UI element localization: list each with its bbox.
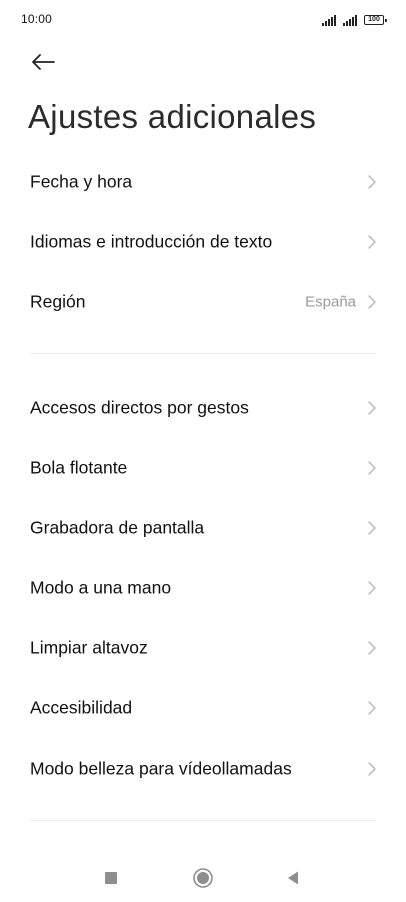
- settings-item-accessibility[interactable]: Accesibilidad: [0, 680, 406, 736]
- battery-icon: 100: [364, 15, 387, 25]
- settings-item-clean-speaker[interactable]: Limpiar altavoz: [0, 620, 406, 676]
- settings-item-languages-input[interactable]: Idiomas e introducción de texto: [0, 214, 406, 270]
- home-button[interactable]: [191, 866, 215, 890]
- chevron-right-icon: [367, 234, 377, 250]
- status-time: 10:00: [21, 12, 53, 26]
- item-label: Accesibilidad: [30, 697, 133, 718]
- back-triangle-icon: [288, 871, 298, 885]
- chevron-right-icon: [367, 700, 377, 716]
- settings-item-one-handed-mode[interactable]: Modo a una mano: [0, 560, 406, 616]
- status-icons: 100: [322, 13, 387, 26]
- item-label: Fecha y hora: [30, 171, 133, 192]
- settings-item-gesture-shortcuts[interactable]: Accesos directos por gestos: [0, 380, 406, 436]
- item-label: Accesos directos por gestos: [30, 397, 249, 418]
- item-value: España: [305, 293, 356, 311]
- settings-item-video-call-beauty[interactable]: Modo belleza para vídeollamadas: [0, 741, 406, 797]
- chevron-right-icon: [367, 520, 377, 536]
- chevron-right-icon: [367, 640, 377, 656]
- item-label: Modo belleza para vídeollamadas: [30, 758, 292, 779]
- settings-item-date-time[interactable]: Fecha y hora: [0, 154, 406, 210]
- chevron-right-icon: [367, 400, 377, 416]
- page-title: Ajustes adicionales: [28, 98, 317, 135]
- navigation-bar: [0, 852, 406, 902]
- group-divider: [30, 820, 376, 821]
- group-divider: [30, 353, 376, 354]
- chevron-right-icon: [367, 174, 377, 190]
- arrow-left-icon: [32, 54, 55, 70]
- signal-icon: [322, 14, 336, 26]
- settings-item-screen-recorder[interactable]: Grabadora de pantalla: [0, 500, 406, 556]
- chevron-right-icon: [367, 294, 377, 310]
- item-label: Idiomas e introducción de texto: [30, 231, 273, 252]
- nav-back-button[interactable]: [281, 866, 305, 890]
- chevron-right-icon: [367, 761, 377, 777]
- item-label: Bola flotante: [30, 457, 128, 478]
- settings-item-floating-ball[interactable]: Bola flotante: [0, 440, 406, 496]
- recents-square-icon: [105, 872, 117, 884]
- item-label: Grabadora de pantalla: [30, 517, 205, 538]
- item-label: Región: [30, 291, 86, 312]
- back-button[interactable]: [27, 48, 59, 76]
- home-circle-icon: [193, 868, 213, 888]
- item-label: Limpiar altavoz: [30, 637, 148, 658]
- battery-level: 100: [368, 16, 380, 23]
- chevron-right-icon: [367, 460, 377, 476]
- chevron-right-icon: [367, 580, 377, 596]
- recents-button[interactable]: [99, 866, 123, 890]
- settings-item-region[interactable]: Región España: [0, 274, 406, 330]
- signal-icon: [343, 14, 357, 26]
- status-bar: 10:00 100: [0, 0, 406, 40]
- item-label: Modo a una mano: [30, 577, 172, 598]
